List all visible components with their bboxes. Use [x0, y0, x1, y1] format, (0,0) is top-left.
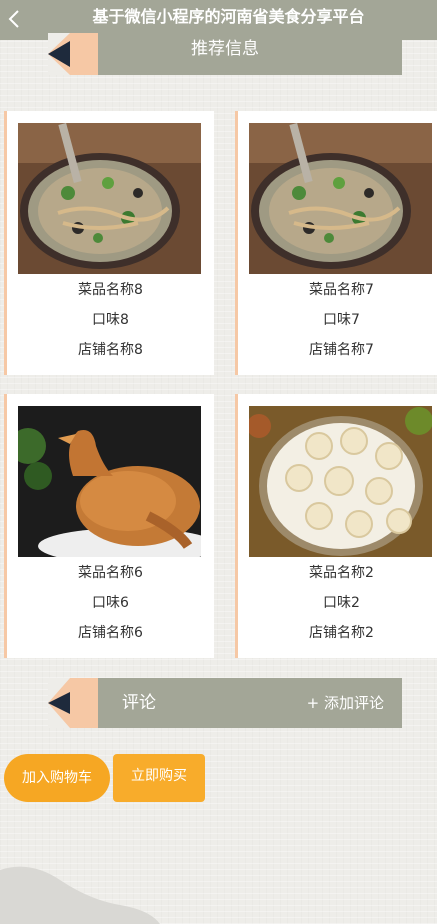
dish-photo-noodle-soup[interactable]	[18, 123, 201, 274]
recommend-section-header: 推荐信息	[48, 33, 402, 75]
app-title: 基于微信小程序的河南省美食分享平台	[92, 7, 365, 26]
dish-name: 菜品名称7	[309, 282, 374, 298]
dish-name: 菜品名称8	[78, 282, 143, 298]
dish-card[interactable]: 菜品名称7 口味7 店铺名称7	[235, 111, 437, 375]
dish-taste: 口味2	[323, 595, 360, 611]
comment-section-header: 评论 + 添加评论	[48, 678, 402, 728]
dish-taste: 口味8	[92, 312, 129, 328]
recommend-title: 推荐信息	[191, 39, 259, 59]
add-comment-button[interactable]: + 添加评论	[307, 678, 384, 728]
dish-shop: 店铺名称6	[78, 625, 143, 641]
buy-now-button[interactable]: 立即购买	[113, 754, 205, 802]
decorative-ink-stain	[0, 866, 160, 924]
dish-photo-soup-dumplings[interactable]	[249, 406, 432, 557]
dish-photo-roast-chicken[interactable]	[18, 406, 201, 557]
dish-taste: 口味7	[323, 312, 360, 328]
dish-photo-noodle-soup[interactable]	[249, 123, 432, 274]
pencil-icon	[48, 678, 98, 728]
dish-name: 菜品名称6	[78, 565, 143, 581]
dish-card[interactable]: 菜品名称6 口味6 店铺名称6	[4, 394, 214, 658]
dish-card[interactable]: 菜品名称2 口味2 店铺名称2	[235, 394, 437, 658]
dish-shop: 店铺名称7	[309, 342, 374, 358]
dish-taste: 口味6	[92, 595, 129, 611]
comment-title: 评论	[122, 693, 156, 713]
dish-shop: 店铺名称8	[78, 342, 143, 358]
dish-name: 菜品名称2	[309, 565, 374, 581]
dish-shop: 店铺名称2	[309, 625, 374, 641]
add-to-cart-button[interactable]: 加入购物车	[4, 754, 110, 802]
dish-card[interactable]: 菜品名称8 口味8 店铺名称8	[4, 111, 214, 375]
